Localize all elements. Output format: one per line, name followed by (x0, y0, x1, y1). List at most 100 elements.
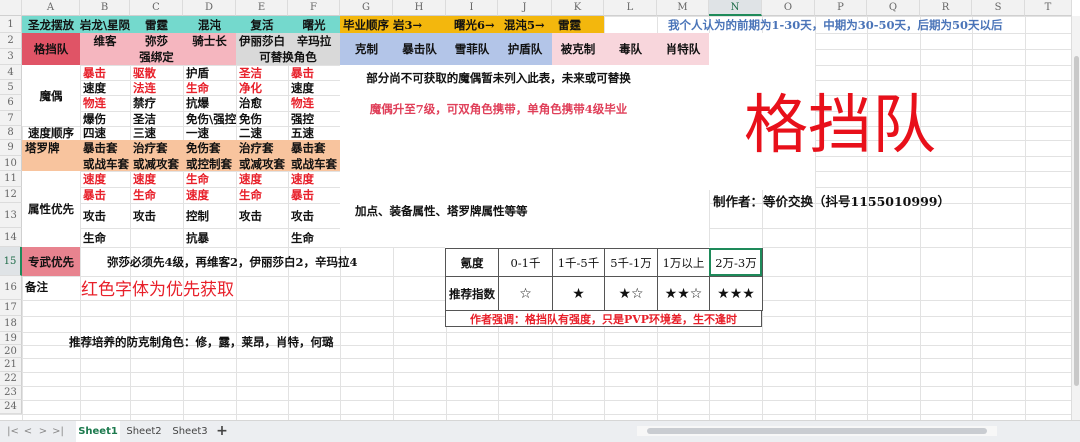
alt-chars-label[interactable]: 可替换角色 (236, 49, 340, 65)
row-header[interactable]: 19 (0, 332, 22, 345)
attr-cell[interactable]: 暴击 (288, 187, 343, 203)
counter-item[interactable]: 雪菲队 (446, 33, 498, 65)
row-header[interactable]: 23 (0, 386, 22, 400)
speed-cell[interactable]: 三速 (130, 126, 186, 140)
row-header[interactable]: 22 (0, 372, 22, 386)
attr-cell[interactable]: 攻击 (80, 203, 133, 228)
char-knight[interactable]: 骑士长 (183, 33, 236, 49)
row-header[interactable]: 5 (0, 80, 22, 95)
star-rating[interactable]: ★☆ (604, 276, 658, 311)
attr-cell[interactable]: 控制 (183, 203, 239, 228)
row-header[interactable]: 4 (0, 65, 22, 80)
column-header[interactable]: A (22, 0, 80, 16)
star-rating[interactable]: ☆ (498, 276, 553, 311)
attr-cell[interactable]: 抗暴 (183, 228, 239, 247)
column-header[interactable]: T (1025, 0, 1072, 16)
puppet-missing-note[interactable]: 部分尚不可获取的魔偶暂未列入此表，未来或可替换 (340, 68, 657, 88)
puppet-cell[interactable]: 驱散 (130, 65, 186, 80)
tarot-cell[interactable]: 暴击套 (288, 140, 343, 156)
extra-note[interactable]: 加点、装备属性、塔罗牌属性等等 (352, 203, 605, 219)
tarot-cell[interactable]: 治疗套 (236, 140, 291, 156)
puppet-cell[interactable]: 物连 (80, 95, 133, 111)
row-header[interactable]: 13 (0, 203, 22, 228)
row-header[interactable]: 20 (0, 345, 22, 358)
puppet-cell[interactable]: 强控 (288, 111, 343, 126)
add-sheet-button[interactable]: + (212, 421, 232, 442)
sheet-tab-sheet2[interactable]: Sheet2 (122, 421, 166, 442)
attr-cell[interactable]: 生命 (288, 228, 343, 247)
horizontal-scrollbar[interactable] (637, 426, 997, 436)
puppet-cell[interactable]: 圣洁 (236, 65, 291, 80)
speed-label[interactable]: 速度顺序 (22, 126, 80, 140)
column-header[interactable]: P (815, 0, 867, 16)
puppet-cell[interactable]: 治愈 (236, 95, 291, 111)
tarot-cell[interactable]: 暴击套 (80, 140, 133, 156)
attr-cell[interactable]: 速度 (288, 171, 343, 187)
attr-cell[interactable]: 生命 (183, 171, 239, 187)
attr-cell[interactable]: 攻击 (236, 203, 291, 228)
cell-c1[interactable]: 雷霆 (130, 16, 183, 33)
tarot-cell[interactable]: 免伤套 (183, 140, 239, 156)
author-note[interactable]: 制作者：等价交换（抖号1155010999） (710, 191, 1013, 209)
attr-cell[interactable]: 速度 (236, 171, 291, 187)
speed-cell[interactable]: 五速 (288, 126, 343, 140)
puppet-cell[interactable]: 爆伤 (80, 111, 133, 126)
column-header[interactable]: O (762, 0, 815, 16)
tarot-cell[interactable]: 或战车套 (80, 156, 133, 171)
puppet-cell[interactable]: 禁疗 (130, 95, 186, 111)
column-header[interactable]: C (130, 0, 183, 16)
column-header[interactable]: K (552, 0, 604, 16)
puppet-cell[interactable]: 圣洁 (130, 111, 186, 126)
column-header[interactable]: E (236, 0, 288, 16)
team-name[interactable]: 格挡队 (22, 33, 80, 65)
char-elizabeth[interactable]: 伊丽莎白 (236, 33, 288, 49)
attr-cell[interactable]: 生命 (80, 228, 133, 247)
attr-cell[interactable]: 速度 (183, 187, 239, 203)
period-note[interactable]: 我个人认为的前期为1-30天，中期为30-50天，后期为50天以后 (665, 16, 1068, 33)
spend-range[interactable]: 1万以上 (657, 248, 710, 277)
row-header[interactable]: 2 (0, 33, 22, 49)
attr-cell[interactable]: 生命 (236, 187, 291, 203)
column-header[interactable]: R (920, 0, 972, 16)
counter-item[interactable]: 暴击队 (393, 33, 446, 65)
puppet-cell[interactable]: 护盾 (183, 65, 239, 80)
row-header[interactable]: 3 (0, 49, 22, 65)
column-header[interactable]: G (340, 0, 393, 16)
speed-cell[interactable]: 二速 (236, 126, 291, 140)
puppet-cell[interactable]: 抗爆 (183, 95, 239, 111)
column-header[interactable]: F (288, 0, 340, 16)
row-header[interactable]: 11 (0, 171, 22, 187)
sheet-nav-button[interactable]: > (36, 421, 50, 442)
counter-item[interactable]: 护盾队 (498, 33, 552, 65)
row-header[interactable]: 1 (0, 16, 22, 33)
tarot-cell[interactable]: 或减攻套 (130, 156, 186, 171)
sheet-tab-sheet3[interactable]: Sheet3 (168, 421, 212, 442)
grad-order-2[interactable]: 曙光6→ (446, 16, 506, 33)
column-header[interactable]: I (446, 0, 498, 16)
weapon-label[interactable]: 专武优先 (22, 247, 80, 276)
attr-cell[interactable]: 暴击 (80, 187, 133, 203)
puppet-cell[interactable]: 速度 (80, 80, 133, 95)
puppet-cell[interactable]: 免伤\强控 (183, 111, 239, 126)
row-header[interactable]: 10 (0, 156, 22, 171)
column-header[interactable]: D (183, 0, 236, 16)
puppet-cell[interactable]: 净化 (236, 80, 291, 95)
puppet-cell[interactable]: 暴击 (80, 65, 133, 80)
row-header[interactable]: 6 (0, 95, 22, 111)
row-header[interactable]: 24 (0, 400, 22, 414)
char-misha-note[interactable]: 强绑定 (130, 49, 183, 65)
recommend-index-label[interactable]: 推荐指数 (445, 276, 499, 311)
attr-cell[interactable]: 速度 (130, 171, 186, 187)
cell-b1[interactable]: 岩龙\星陨 (80, 16, 130, 33)
grad-order-4[interactable]: 雷霆 (552, 16, 610, 33)
puppet-cell[interactable]: 法连 (130, 80, 186, 95)
tarot-cell[interactable]: 或控制套 (183, 156, 239, 171)
row-header[interactable]: 17 (0, 300, 22, 316)
tarot-label[interactable]: 塔罗牌 (22, 140, 83, 156)
grad-order-label[interactable]: 毕业顺序 岩3→ (340, 16, 449, 33)
column-header[interactable]: Q (867, 0, 920, 16)
spreadsheet-grid[interactable]: 圣龙摆放 岩龙\星陨 雷霆 混沌 复活 曙光 毕业顺序 岩3→ 曙光6→ 混沌5… (0, 0, 1080, 442)
tarot-cell[interactable]: 或战车套 (288, 156, 343, 171)
countered-item[interactable]: 肖特队 (657, 33, 709, 65)
countered-item[interactable]: 毒队 (604, 33, 657, 65)
